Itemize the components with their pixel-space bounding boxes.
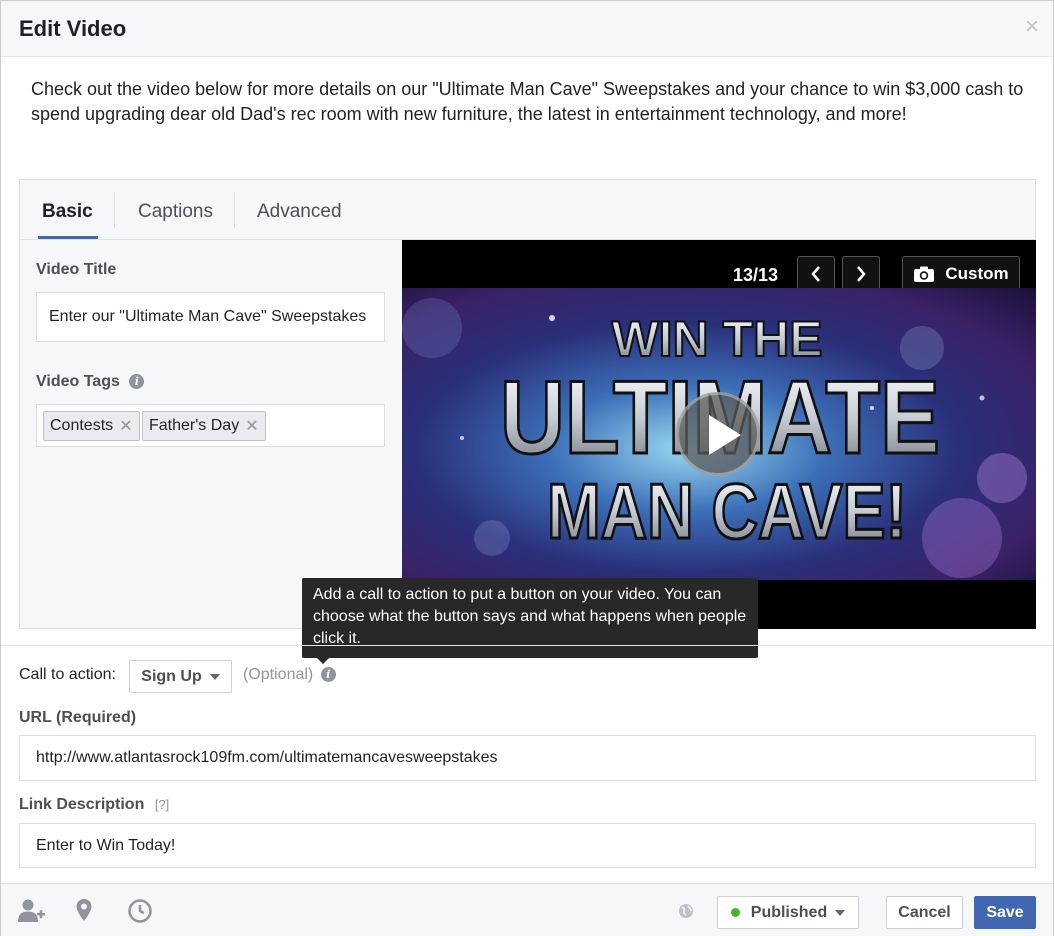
next-thumbnail-button[interactable] [842,256,880,292]
video-tags-label-text: Video Tags [36,373,120,390]
tag-people-icon[interactable] [17,898,47,924]
video-title-input[interactable]: Enter our "Ultimate Man Cave" Sweepstake… [36,292,385,342]
link-description-input[interactable]: Enter to Win Today! [19,823,1036,868]
video-tags-input[interactable]: Contests ✕ Father's Day ✕ [36,404,385,447]
active-tab-indicator [38,236,98,239]
dialog-footer: Published Cancel Save [1,883,1053,936]
section-divider [1,645,1053,646]
dialog-title: Edit Video [19,16,127,41]
tab-divider [234,192,235,228]
remove-tag-icon[interactable]: ✕ [119,416,132,436]
globe-icon[interactable] [678,903,694,919]
tag-label: Father's Day [149,417,240,434]
url-label: URL (Required) [19,709,137,726]
cta-tooltip: Add a call to action to put a button on … [302,578,758,658]
link-description-label-text: Link Description [19,796,145,813]
tab-basic[interactable]: Basic [42,201,93,223]
thumb-line1: WIN THE [611,311,822,367]
play-button[interactable] [676,392,760,476]
tag-fathers-day: Father's Day ✕ [142,411,266,441]
close-icon[interactable]: × [1025,15,1039,39]
cta-optional: (Optional) i [243,666,336,684]
help-link[interactable]: [?] [155,797,169,812]
cancel-button[interactable]: Cancel [886,896,963,929]
tag-contests: Contests ✕ [43,411,140,441]
info-icon[interactable]: i [129,374,145,390]
previous-thumbnail-button[interactable] [797,256,835,292]
video-preview: 13/13 Custom WIN THE MAN CAVE! [402,240,1036,629]
video-description[interactable]: Check out the video below for more detai… [31,77,1031,126]
save-button[interactable]: Save [974,896,1036,929]
remove-tag-icon[interactable]: ✕ [245,416,258,436]
location-pin-icon[interactable] [75,898,93,922]
camera-icon [914,266,935,282]
video-title-label: Video Title [36,261,117,278]
tab-bar: Basic Captions Advanced [20,180,1035,240]
info-icon[interactable]: i [320,667,336,683]
chevron-right-icon [857,266,866,282]
caret-down-icon [209,673,220,680]
published-status-dot [730,908,740,917]
status-label: Published [750,903,828,921]
dialog-header: Edit Video × [1,1,1053,57]
optional-text: (Optional) [243,666,314,683]
tab-captions[interactable]: Captions [138,201,213,223]
tab-divider [114,192,115,228]
video-tags-label: Video Tags i [36,373,145,391]
thumbnail-counter: 13/13 [733,265,779,285]
tooltip-arrow [317,658,329,664]
cta-label: Call to action: [19,666,116,683]
edit-video-dialog: Edit Video × Check out the video below f… [0,0,1054,936]
tab-advanced[interactable]: Advanced [257,201,342,223]
clock-icon[interactable] [127,898,153,924]
cta-selected: Sign Up [141,667,202,685]
link-description-label: Link Description [?] [19,796,169,814]
cta-dropdown[interactable]: Sign Up [129,660,232,693]
privacy-status-dropdown[interactable]: Published [717,896,859,929]
thumb-line3: MAN CAVE! [547,467,907,555]
custom-thumbnail-button[interactable]: Custom [902,256,1020,292]
video-thumbnail: WIN THE ULTIMATE MAN CAVE! [402,288,1036,580]
play-icon [709,415,741,455]
caret-down-icon [835,909,846,916]
custom-label: Custom [945,264,1009,283]
chevron-left-icon [811,266,820,282]
tag-label: Contests [50,417,114,434]
url-input[interactable]: http://www.atlantasrock109fm.com/ultimat… [19,735,1036,781]
